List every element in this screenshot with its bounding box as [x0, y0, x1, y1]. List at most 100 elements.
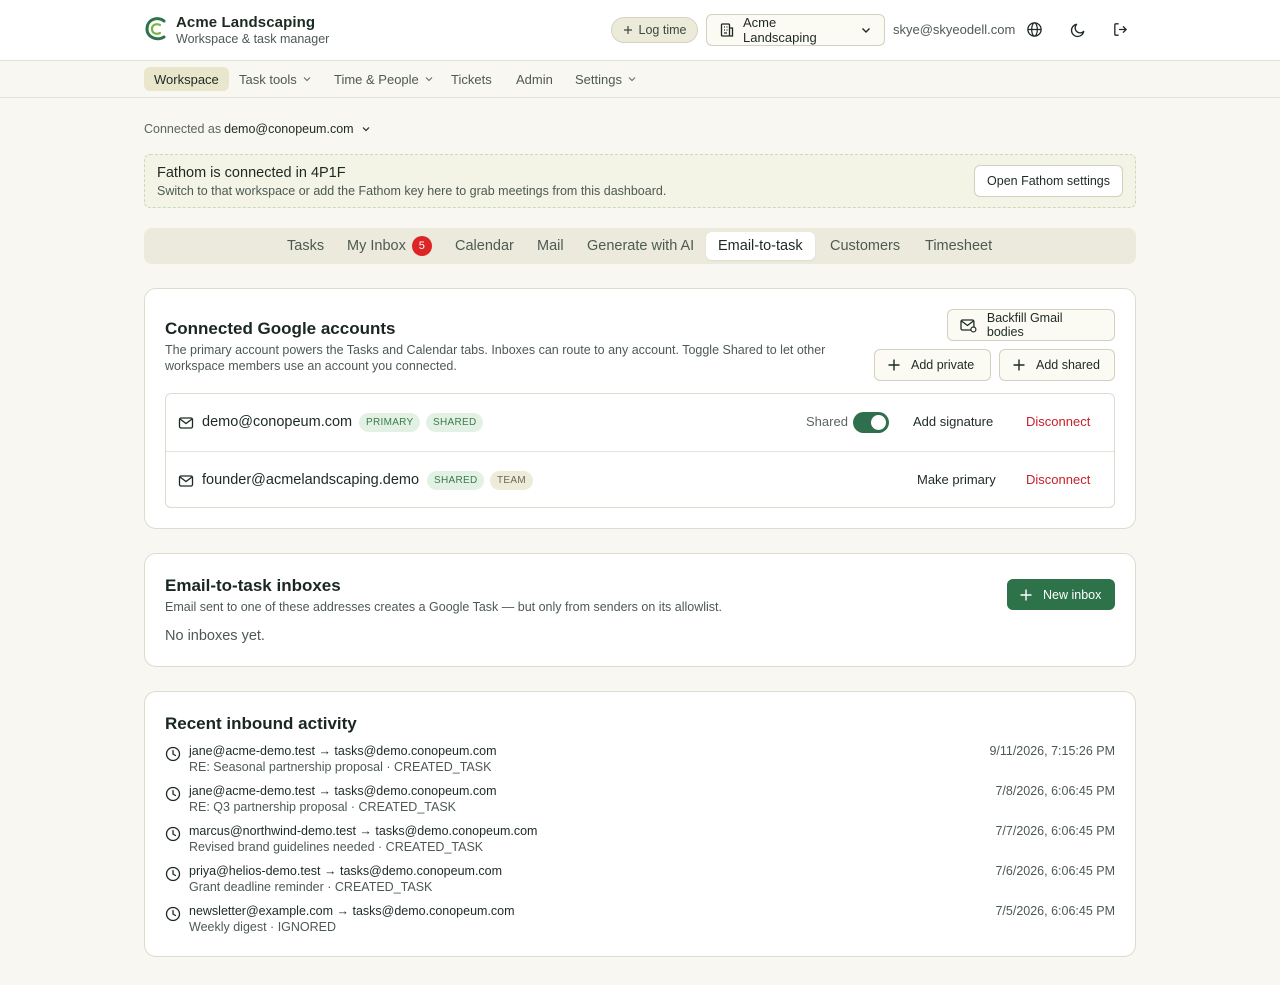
inboxes-title: Email-to-task inboxes: [165, 576, 341, 595]
plus-icon: [888, 359, 900, 371]
brand-logo-icon: [145, 17, 166, 41]
chevron-down-icon: [303, 77, 311, 82]
disconnect-button[interactable]: Disconnect: [1026, 472, 1090, 487]
brand-name: Acme Landscaping: [176, 14, 316, 31]
disconnect-button[interactable]: Disconnect: [1026, 414, 1090, 429]
tab-timesheet[interactable]: Timesheet: [913, 232, 1004, 260]
clock-icon: [165, 826, 181, 842]
moon-icon: [1070, 23, 1084, 37]
language-button[interactable]: [1025, 20, 1043, 38]
activity-detail: RE: Q3 partnership proposal · CREATED_TA…: [189, 800, 456, 814]
top-bar: Acme Landscaping Workspace & task manage…: [0, 0, 1280, 61]
nav-item-time-people[interactable]: Time & People: [324, 67, 444, 91]
activity-card: Recent inbound activity jane@acme-demo.t…: [144, 691, 1136, 957]
logout-icon: [1113, 22, 1127, 36]
team-badge: TEAM: [490, 471, 533, 490]
nav-item-tickets[interactable]: Tickets: [441, 67, 502, 91]
clock-icon: [165, 906, 181, 922]
workspace-select-value: Acme Landscaping: [743, 15, 817, 45]
globe-icon: [1026, 21, 1042, 37]
nav-item-admin[interactable]: Admin: [506, 67, 563, 91]
building-icon: [720, 23, 734, 37]
tab-email-to-task[interactable]: Email-to-task: [706, 232, 815, 260]
tab-label: Calendar: [455, 238, 514, 254]
arrow-icon: →: [359, 824, 372, 838]
activity-time: 9/11/2026, 7:15:26 PM: [989, 744, 1115, 758]
main-nav: Workspace Task tools Time & People Ticke…: [0, 61, 1280, 98]
fathom-banner-title: Fathom is connected in 4P1F: [157, 165, 346, 181]
user-email: skye@skyeodell.com: [893, 22, 1016, 37]
activity-route: jane@acme-demo.test → tasks@demo.conopeu…: [189, 744, 497, 758]
activity-detail: RE: Seasonal partnership proposal · CREA…: [189, 760, 492, 774]
shared-badge: SHARED: [426, 413, 484, 432]
google-accounts-title: Connected Google accounts: [165, 319, 396, 338]
activity-time: 7/7/2026, 6:06:45 PM: [995, 824, 1115, 838]
shared-toggle[interactable]: [853, 412, 889, 433]
clock-icon: [165, 746, 181, 762]
add-signature-button[interactable]: Add signature: [913, 414, 993, 429]
activity-time: 7/8/2026, 6:06:45 PM: [995, 784, 1115, 798]
clock-icon: [165, 866, 181, 882]
new-inbox-button[interactable]: New inbox: [1007, 579, 1115, 610]
tab-my-inbox[interactable]: My Inbox 5: [335, 232, 444, 260]
nav-item-label: Task tools: [239, 71, 297, 87]
logout-button[interactable]: [1111, 20, 1129, 38]
arrow-icon: →: [318, 744, 331, 758]
activity-to: tasks@demo.conopeum.com: [375, 824, 538, 838]
tab-generate-with-ai[interactable]: Generate with AI: [575, 232, 706, 260]
activity-from: marcus@northwind-demo.test: [189, 824, 356, 838]
add-shared-button[interactable]: Add shared: [999, 349, 1115, 381]
activity-item: priya@helios-demo.test → tasks@demo.cono…: [165, 864, 1115, 904]
nav-item-workspace[interactable]: Workspace: [144, 67, 229, 91]
connected-as-prefix: Connected as: [144, 122, 222, 136]
activity-to: tasks@demo.conopeum.com: [334, 744, 497, 758]
account-row: demo@conopeum.com PRIMARY SHARED Shared …: [166, 394, 1114, 451]
new-inbox-label: New inbox: [1043, 587, 1102, 602]
nav-item-settings[interactable]: Settings: [565, 67, 647, 91]
inboxes-empty-state: No inboxes yet.: [165, 628, 265, 644]
mail-icon: [178, 417, 194, 429]
nav-item-task-tools[interactable]: Task tools: [229, 67, 322, 91]
tab-label: Mail: [537, 238, 564, 254]
tab-label: My Inbox: [347, 238, 406, 254]
google-accounts-card: Connected Google accounts The primary ac…: [144, 288, 1136, 529]
shared-badge: SHARED: [427, 471, 485, 490]
theme-toggle-button[interactable]: [1069, 20, 1087, 38]
add-private-button[interactable]: Add private: [874, 349, 991, 381]
tab-mail[interactable]: Mail: [525, 232, 576, 260]
account-email: founder@acmelandscaping.demo: [202, 472, 420, 488]
open-fathom-settings-button[interactable]: Open Fathom settings: [974, 165, 1123, 197]
activity-title: Recent inbound activity: [165, 714, 357, 733]
activity-route: marcus@northwind-demo.test → tasks@demo.…: [189, 824, 537, 838]
account-row: founder@acmelandscaping.demo SHARED TEAM…: [166, 451, 1114, 508]
fathom-banner: Fathom is connected in 4P1F Switch to th…: [144, 154, 1136, 208]
add-shared-label: Add shared: [1036, 358, 1100, 372]
activity-from: jane@acme-demo.test: [189, 784, 315, 798]
shared-toggle-label: Shared: [806, 414, 848, 429]
tab-label: Timesheet: [925, 238, 993, 254]
inbox-count-badge: 5: [411, 236, 432, 256]
tab-label: Customers: [830, 238, 901, 254]
plus-icon: [1013, 359, 1025, 371]
activity-detail: Weekly digest · IGNORED: [189, 920, 337, 934]
connected-account-selector[interactable]: Connected as demo@conopeum.com: [144, 122, 371, 136]
fathom-banner-description: Switch to that workspace or add the Fath…: [157, 184, 667, 198]
activity-from: jane@acme-demo.test: [189, 744, 315, 758]
chevron-down-icon: [862, 28, 870, 33]
log-time-button[interactable]: Log time: [611, 17, 698, 43]
activity-time: 7/6/2026, 6:06:45 PM: [995, 864, 1115, 878]
primary-badge: PRIMARY: [359, 413, 421, 432]
activity-to: tasks@demo.conopeum.com: [352, 904, 515, 918]
make-primary-button[interactable]: Make primary: [917, 472, 996, 487]
inboxes-description: Email sent to one of these addresses cre…: [165, 600, 722, 614]
log-time-label: Log time: [638, 23, 687, 37]
activity-to: tasks@demo.conopeum.com: [339, 864, 503, 878]
accounts-list: demo@conopeum.com PRIMARY SHARED Shared …: [165, 393, 1115, 508]
tab-calendar[interactable]: Calendar: [443, 232, 526, 260]
chevron-down-icon: [628, 77, 636, 82]
backfill-gmail-bodies-button[interactable]: Backfill Gmail bodies: [947, 309, 1115, 341]
section-tabs: Tasks My Inbox 5 Calendar Mail Generate …: [144, 228, 1136, 264]
tab-customers[interactable]: Customers: [818, 232, 912, 260]
tab-tasks[interactable]: Tasks: [275, 232, 336, 260]
workspace-select[interactable]: Acme Landscaping: [706, 14, 885, 46]
